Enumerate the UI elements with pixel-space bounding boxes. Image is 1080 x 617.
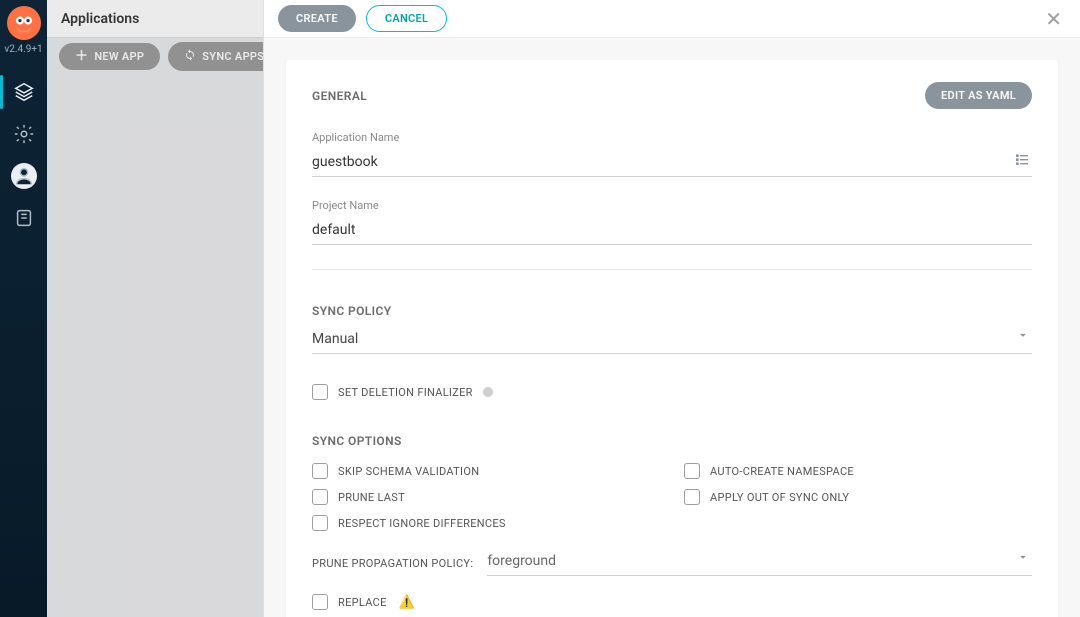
argo-logo xyxy=(7,6,41,40)
sidebar-item-settings[interactable] xyxy=(0,113,47,155)
replace-checkbox[interactable] xyxy=(312,594,328,610)
prune-last-label: PRUNE LAST xyxy=(338,491,405,504)
sync-policy-heading: SYNC POLICY xyxy=(312,304,392,318)
set-deletion-finalizer-checkbox[interactable] xyxy=(312,384,328,400)
new-app-label: NEW APP xyxy=(94,50,144,63)
project-name-input[interactable] xyxy=(312,218,1032,245)
skip-schema-validation-label: SKIP SCHEMA VALIDATION xyxy=(338,465,479,478)
sidebar: v2.4.9+1 xyxy=(0,0,47,617)
book-icon xyxy=(13,207,35,229)
chevron-down-icon xyxy=(1016,549,1030,568)
chevron-down-icon xyxy=(1016,327,1030,346)
panel-header: CREATE CANCEL ✕ xyxy=(264,0,1080,38)
main-column: Applications ＋ NEW APP SYNC APPS CREATE … xyxy=(47,0,1080,617)
sidebar-item-applications[interactable] xyxy=(0,71,47,113)
respect-ignore-differences-checkbox[interactable] xyxy=(312,515,328,531)
close-icon[interactable]: ✕ xyxy=(1041,3,1066,35)
skip-schema-validation-checkbox[interactable] xyxy=(312,463,328,479)
plus-icon: ＋ xyxy=(75,50,88,63)
create-application-panel: CREATE CANCEL ✕ GENERAL EDIT AS YAML App… xyxy=(263,0,1080,617)
create-button[interactable]: CREATE xyxy=(278,5,356,32)
apply-out-of-sync-only-label: APPLY OUT OF SYNC ONLY xyxy=(710,491,849,504)
application-name-input[interactable] xyxy=(312,150,1032,177)
sync-icon xyxy=(184,49,196,64)
sync-policy-section: SYNC POLICY Manual SET DELETION FINALIZE… xyxy=(312,300,1032,400)
panel-body[interactable]: GENERAL EDIT AS YAML Application Name xyxy=(264,38,1080,617)
prune-propagation-policy-value: foreground xyxy=(487,549,1032,576)
general-card: GENERAL EDIT AS YAML Application Name xyxy=(286,60,1058,617)
sidebar-item-user[interactable] xyxy=(0,155,47,197)
auto-create-namespace-label: AUTO-CREATE NAMESPACE xyxy=(710,465,854,478)
apply-out-of-sync-only-checkbox[interactable] xyxy=(684,489,700,505)
sidebar-item-docs[interactable] xyxy=(0,197,47,239)
field-project-name: Project Name xyxy=(312,199,1032,270)
person-icon xyxy=(13,165,35,187)
field-application-name: Application Name xyxy=(312,131,1032,177)
app-name-list-icon[interactable] xyxy=(1014,151,1030,171)
set-deletion-finalizer-label: SET DELETION FINALIZER xyxy=(338,386,473,399)
layers-icon xyxy=(13,81,35,103)
version-label: v2.4.9+1 xyxy=(4,44,42,55)
octopus-icon xyxy=(11,10,37,36)
page-title: Applications xyxy=(61,11,139,27)
prune-last-checkbox[interactable] xyxy=(312,489,328,505)
sync-policy-dropdown[interactable]: Manual xyxy=(312,327,1032,354)
user-avatar-icon xyxy=(11,163,37,189)
prune-propagation-policy-dropdown[interactable]: foreground xyxy=(487,549,1032,576)
sync-options-section: SYNC OPTIONS SKIP SCHEMA VALIDATION AUTO… xyxy=(312,430,1032,617)
prune-propagation-policy-label: PRUNE PROPAGATION POLICY: xyxy=(312,557,473,576)
project-name-label: Project Name xyxy=(312,199,1032,212)
edit-as-yaml-button[interactable]: EDIT AS YAML xyxy=(925,82,1032,109)
cancel-button[interactable]: CANCEL xyxy=(366,5,447,32)
info-icon[interactable] xyxy=(483,387,493,397)
sync-apps-label: SYNC APPS xyxy=(202,50,264,63)
application-name-label: Application Name xyxy=(312,131,1032,144)
replace-label: REPLACE xyxy=(338,596,387,609)
respect-ignore-differences-label: RESPECT IGNORE DIFFERENCES xyxy=(338,517,506,530)
auto-create-namespace-checkbox[interactable] xyxy=(684,463,700,479)
general-heading: GENERAL xyxy=(312,89,367,103)
sync-policy-value: Manual xyxy=(312,327,1032,354)
warning-icon: ⚠️ xyxy=(399,595,416,610)
sync-options-heading: SYNC OPTIONS xyxy=(312,434,402,448)
new-app-button[interactable]: ＋ NEW APP xyxy=(59,43,160,70)
gear-icon xyxy=(13,123,35,145)
